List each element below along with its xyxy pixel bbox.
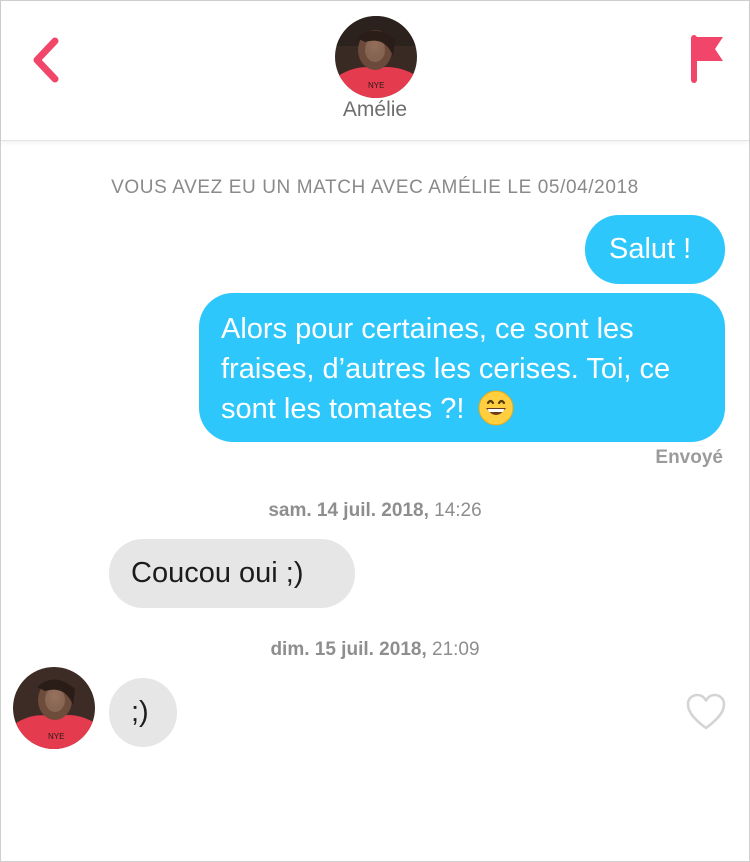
svg-text:NYE: NYE [48,732,64,741]
sender-avatar[interactable]: NYE [13,667,95,749]
timestamp-time: 14:26 [434,500,482,521]
chat-screen: NYE Amélie VOUS AVEZ EU UN MATCH AVEC AM… [0,0,750,862]
contact-avatar[interactable]: NYE [335,16,417,98]
like-message-button[interactable] [685,692,727,732]
match-notice: VOUS AVEZ EU UN MATCH AVEC AMÉLIE LE 05/… [111,177,639,198]
message-timestamp: sam. 14 juil. 2018, 14:26 [1,500,749,522]
svg-text:NYE: NYE [368,81,384,90]
message-bubble-outgoing[interactable]: Salut ! [585,215,725,284]
message-timestamp: dim. 15 juil. 2018, 21:09 [1,639,749,661]
message-text: Coucou oui ;) [131,557,304,589]
report-button[interactable] [683,31,731,87]
message-bubble-outgoing[interactable]: Alors pour certaines, ce sont les fraise… [199,293,725,442]
message-bubble-incoming[interactable]: ;) [109,678,177,747]
sent-status: Envoyé [655,447,723,468]
message-text: Alors pour certaines, ce sont les fraise… [221,313,671,425]
timestamp-date: sam. 14 juil. 2018, [268,500,429,521]
contact-name[interactable]: Amélie [1,98,749,122]
grinning-face-icon [478,390,514,437]
message-text: ;) [131,696,149,728]
back-button[interactable] [23,31,67,89]
message-text: Salut ! [609,233,692,265]
heart-outline-icon [686,693,726,730]
message-bubble-incoming[interactable]: Coucou oui ;) [109,539,355,608]
chevron-left-icon [33,37,59,83]
timestamp-time: 21:09 [432,639,480,660]
timestamp-date: dim. 15 juil. 2018, [270,639,427,660]
chat-header: NYE Amélie [1,1,749,141]
flag-icon [691,35,723,83]
